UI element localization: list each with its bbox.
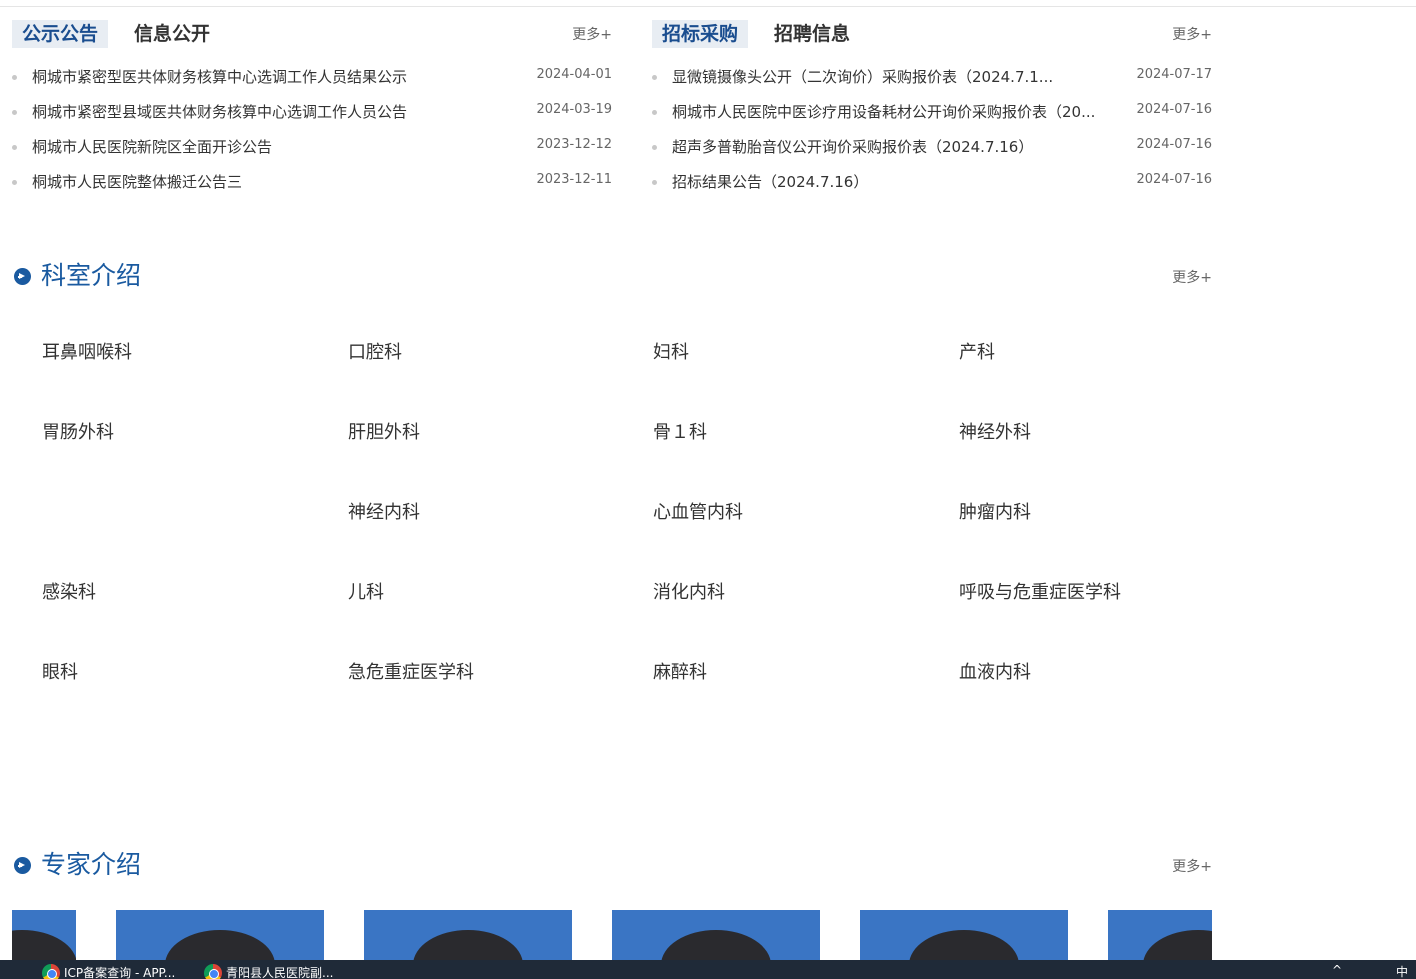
taskbar-item-label: 青阳县人民医院副... <box>226 966 334 979</box>
news-title[interactable]: 显微镜摄像头公开（二次询价）采购报价表（2024.7.1... <box>672 65 1053 89</box>
experts-more-link[interactable]: 更多+ <box>1172 856 1212 876</box>
department-link[interactable]: 儿科 <box>348 578 384 604</box>
experts-header: 专家介绍 更多+ <box>14 848 1212 882</box>
news-title[interactable]: 招标结果公告（2024.7.16） <box>672 170 868 194</box>
experts-title: 专家介绍 <box>41 850 142 879</box>
department-link[interactable]: 妇科 <box>653 338 689 364</box>
list-item[interactable]: 桐城市紧密型医共体财务核算中心选调工作人员结果公示 2024-04-01 <box>12 65 612 100</box>
chrome-icon <box>42 964 60 979</box>
department-link[interactable]: 眼科 <box>42 658 78 684</box>
department-link[interactable]: 感染科 <box>42 578 96 604</box>
news-title[interactable]: 桐城市人民医院整体搬迁公告三 <box>32 170 242 194</box>
taskbar-item-label: ICP备案查询 - APP... <box>64 966 176 979</box>
taskbar-item[interactable]: ICP备案查询 - APP... <box>42 964 175 979</box>
news-date: 2024-07-16 <box>1136 172 1212 187</box>
taskbar: ICP备案查询 - APP... 青阳县人民医院副... ^ 中 <box>0 960 1416 979</box>
news-title[interactable]: 桐城市人民医院新院区全面开诊公告 <box>32 135 272 159</box>
tab-notices[interactable]: 公示公告 <box>12 20 109 48</box>
system-tray: ^ 中 <box>1326 963 1416 979</box>
bullet-dot-icon <box>12 75 17 80</box>
departments-more-link[interactable]: 更多+ <box>1172 267 1212 287</box>
tray-expand-icon[interactable]: ^ <box>1332 963 1342 977</box>
taskbar-item[interactable]: 青阳县人民医院副... <box>204 964 333 979</box>
list-item[interactable]: 桐城市紧密型县域医共体财务核算中心选调工作人员公告 2024-03-19 <box>12 100 612 135</box>
tender-list: 显微镜摄像头公开（二次询价）采购报价表（2024.7.1... 2024-07-1… <box>652 65 1212 205</box>
top-divider <box>0 6 1416 7</box>
notice-more-link[interactable]: 更多+ <box>572 24 612 44</box>
department-link[interactable]: 口腔科 <box>348 338 402 364</box>
news-date: 2023-12-11 <box>536 172 612 187</box>
tab-recruitment[interactable]: 招聘信息 <box>774 20 850 48</box>
news-date: 2024-07-16 <box>1136 137 1212 152</box>
bullet-dot-icon <box>652 180 657 185</box>
bullet-dot-icon <box>652 75 657 80</box>
bullet-dot-icon <box>652 145 657 150</box>
notice-panel: 公示公告 信息公开 更多+ 桐城市紧密型医共体财务核算中心选调工作人员结果公示 2… <box>12 18 612 205</box>
department-link[interactable]: 呼吸与危重症医学科 <box>959 578 1121 604</box>
tab-info-disclosure[interactable]: 信息公开 <box>134 20 210 48</box>
department-link[interactable]: 骨１科 <box>653 418 707 444</box>
department-link[interactable]: 耳鼻咽喉科 <box>42 338 132 364</box>
bullet-dot-icon <box>652 110 657 115</box>
tender-panel-header: 招标采购 招聘信息 更多+ <box>652 18 1212 50</box>
news-title[interactable]: 桐城市人民医院中医诊疗用设备耗材公开询价采购报价表（20... <box>672 100 1095 124</box>
arrow-circle-icon <box>14 268 31 285</box>
department-link[interactable]: 肿瘤内科 <box>959 498 1031 524</box>
bullet-dot-icon <box>12 180 17 185</box>
ime-indicator[interactable]: 中 <box>1396 963 1408 979</box>
list-item[interactable]: 招标结果公告（2024.7.16） 2024-07-16 <box>652 170 1212 205</box>
news-date: 2023-12-12 <box>536 137 612 152</box>
list-item[interactable]: 超声多普勒胎音仪公开询价采购报价表（2024.7.16） 2024-07-16 <box>652 135 1212 170</box>
tender-panel: 招标采购 招聘信息 更多+ 显微镜摄像头公开（二次询价）采购报价表（2024.7… <box>652 18 1212 205</box>
department-link[interactable]: 产科 <box>959 338 995 364</box>
department-link[interactable]: 神经外科 <box>959 418 1031 444</box>
list-item[interactable]: 桐城市人民医院新院区全面开诊公告 2023-12-12 <box>12 135 612 170</box>
tab-tenders[interactable]: 招标采购 <box>652 20 749 48</box>
news-title[interactable]: 超声多普勒胎音仪公开询价采购报价表（2024.7.16） <box>672 135 1033 159</box>
department-link[interactable]: 胃肠外科 <box>42 418 114 444</box>
news-date: 2024-07-16 <box>1136 102 1212 117</box>
news-date: 2024-04-01 <box>536 67 612 82</box>
notice-list: 桐城市紧密型医共体财务核算中心选调工作人员结果公示 2024-04-01 桐城市紧… <box>12 65 612 205</box>
department-link[interactable]: 心血管内科 <box>653 498 743 524</box>
chrome-icon <box>204 964 222 979</box>
department-link[interactable]: 消化内科 <box>653 578 725 604</box>
news-date: 2024-03-19 <box>536 102 612 117</box>
department-link[interactable]: 肝胆外科 <box>348 418 420 444</box>
department-link[interactable]: 血液内科 <box>959 658 1031 684</box>
list-item[interactable]: 桐城市人民医院中医诊疗用设备耗材公开询价采购报价表（20... 2024-07-1… <box>652 100 1212 135</box>
arrow-circle-icon <box>14 857 31 874</box>
bullet-dot-icon <box>12 110 17 115</box>
tender-more-link[interactable]: 更多+ <box>1172 24 1212 44</box>
departments-title: 科室介绍 <box>41 261 142 290</box>
department-link[interactable]: 神经内科 <box>348 498 420 524</box>
bullet-dot-icon <box>12 145 17 150</box>
department-link[interactable]: 急危重症医学科 <box>348 658 474 684</box>
department-link[interactable]: 麻醉科 <box>653 658 707 684</box>
news-title[interactable]: 桐城市紧密型县域医共体财务核算中心选调工作人员公告 <box>32 100 407 124</box>
news-title[interactable]: 桐城市紧密型医共体财务核算中心选调工作人员结果公示 <box>32 65 407 89</box>
list-item[interactable]: 桐城市人民医院整体搬迁公告三 2023-12-11 <box>12 170 612 205</box>
list-item[interactable]: 显微镜摄像头公开（二次询价）采购报价表（2024.7.1... 2024-07-1… <box>652 65 1212 100</box>
news-date: 2024-07-17 <box>1136 67 1212 82</box>
notice-panel-header: 公示公告 信息公开 更多+ <box>12 18 612 50</box>
departments-header: 科室介绍 更多+ <box>14 259 1212 293</box>
